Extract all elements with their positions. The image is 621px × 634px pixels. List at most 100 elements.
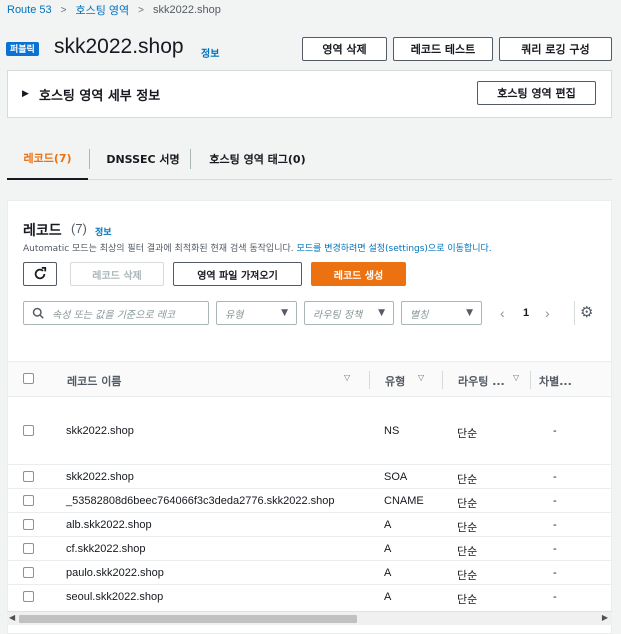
table-row[interactable]: paulo.skk2022.shop A 단순 - [8, 561, 611, 585]
import-zone-file-button[interactable]: 영역 파일 가져오기 [173, 262, 302, 286]
records-container: 레코드 (7) 정보 Automatic 모드는 최상의 필터 결과에 최적화된… [7, 200, 612, 634]
scroll-right-icon[interactable]: ▶ [602, 613, 608, 622]
chevron-right-icon: > [60, 4, 67, 16]
select-all-checkbox[interactable] [23, 373, 34, 384]
sort-icon[interactable]: ▽ [513, 373, 519, 382]
table-row[interactable]: skk2022.shop SOA 단순 - [8, 465, 611, 489]
scrollbar-thumb[interactable] [19, 615, 357, 623]
row-checkbox[interactable] [23, 519, 34, 530]
record-routing: 단순 [457, 594, 478, 606]
page-number[interactable]: 1 [523, 307, 529, 319]
column-divider[interactable] [442, 371, 443, 389]
records-info-link[interactable]: 정보 [95, 225, 112, 238]
gear-icon[interactable]: ⚙ [580, 303, 593, 321]
record-name: paulo.skk2022.shop [66, 567, 164, 579]
chevron-right-icon: > [138, 4, 144, 16]
row-checkbox[interactable] [23, 425, 34, 436]
table-header: 레코드 이름 ▽ 유형 ▽ 라우팅 ... ▽ 차별... [8, 361, 611, 397]
alias-filter-select[interactable]: 별칭 ▼ [401, 301, 482, 325]
record-type: A [384, 591, 392, 603]
refresh-button[interactable] [23, 262, 57, 286]
record-differentiator: - [553, 591, 557, 603]
record-differentiator: - [553, 567, 557, 579]
hosted-zone-details-panel[interactable]: ▶ 호스팅 영역 세부 정보 호스팅 영역 편집 [7, 70, 612, 118]
tab-tags[interactable]: 호스팅 영역 태그(0) [195, 138, 320, 180]
chevron-right-icon[interactable]: › [545, 305, 550, 321]
record-type: NS [384, 425, 400, 437]
search-placeholder: 속성 또는 값을 기준으로 레코 [52, 309, 176, 321]
type-filter-select[interactable]: 유형 ▼ [216, 301, 297, 325]
tab-divider [190, 149, 191, 169]
column-record-name[interactable]: 레코드 이름 [67, 373, 121, 389]
query-logging-button[interactable]: 쿼리 로깅 구성 [499, 37, 612, 61]
create-record-button[interactable]: 레코드 생성 [311, 262, 406, 286]
scroll-left-icon[interactable]: ◀ [9, 613, 15, 622]
page: Route 53 > 호스팅 영역 > skk2022.shop 퍼블릭 skk… [0, 0, 621, 634]
table-row[interactable]: alb.skk2022.shop A 단순 - [8, 513, 611, 537]
records-description-text: Automatic 모드는 최상의 필터 결과에 최적화된 현재 검색 동작입니… [23, 244, 297, 254]
records-description: Automatic 모드는 최상의 필터 결과에 최적화된 현재 검색 동작입니… [23, 241, 492, 254]
type-filter-label: 유형 [225, 309, 244, 321]
info-link[interactable]: 정보 [201, 45, 219, 60]
record-type: A [384, 519, 392, 531]
breadcrumb: Route 53 > 호스팅 영역 > skk2022.shop [7, 2, 221, 18]
breadcrumb-route53[interactable]: Route 53 [7, 4, 52, 16]
chevron-left-icon[interactable]: ‹ [500, 305, 505, 321]
column-type[interactable]: 유형 [385, 373, 405, 389]
record-name: seoul.skk2022.shop [66, 591, 164, 603]
edit-zone-button[interactable]: 호스팅 영역 편집 [477, 81, 596, 105]
record-name: cf.skk2022.shop [66, 543, 146, 555]
record-name: alb.skk2022.shop [66, 519, 152, 531]
delete-record-button[interactable]: 레코드 삭제 [70, 262, 164, 286]
sort-icon[interactable]: ▽ [344, 373, 350, 382]
record-routing: 단순 [457, 546, 478, 558]
table-row[interactable]: _53582808d6beec764066f3c3deda2776.skk202… [8, 489, 611, 513]
record-routing: 단순 [457, 474, 478, 486]
caret-right-icon[interactable]: ▶ [22, 88, 29, 99]
record-routing: 단순 [457, 428, 478, 440]
record-differentiator: - [553, 425, 557, 437]
page-header: 퍼블릭 skk2022.shop 정보 영역 삭제 레코드 테스트 쿼리 로깅 … [6, 33, 621, 65]
record-type: SOA [384, 471, 408, 483]
column-divider[interactable] [530, 371, 531, 389]
caret-down-icon: ▼ [378, 308, 385, 318]
record-name: skk2022.shop [66, 425, 134, 437]
table-row[interactable]: cf.skk2022.shop A 단순 - [8, 537, 611, 561]
row-checkbox[interactable] [23, 543, 34, 554]
breadcrumb-hosted-zones[interactable]: 호스팅 영역 [76, 2, 130, 18]
row-checkbox[interactable] [23, 471, 34, 482]
row-checkbox[interactable] [23, 591, 34, 602]
divider [574, 301, 575, 325]
details-title[interactable]: 호스팅 영역 세부 정보 [39, 85, 160, 104]
record-routing: 단순 [457, 522, 478, 534]
column-divider[interactable] [369, 371, 370, 389]
caret-down-icon: ▼ [466, 308, 473, 318]
row-checkbox[interactable] [23, 567, 34, 578]
routing-filter-label: 라우팅 정책 [313, 309, 363, 321]
record-differentiator: - [553, 543, 557, 555]
public-badge: 퍼블릭 [6, 42, 39, 56]
test-record-button[interactable]: 레코드 테스트 [393, 37, 493, 61]
search-icon [32, 307, 44, 319]
alias-filter-label: 별칭 [410, 309, 429, 321]
delete-zone-button[interactable]: 영역 삭제 [302, 37, 387, 61]
routing-policy-filter-select[interactable]: 라우팅 정책 ▼ [304, 301, 394, 325]
tab-bar: 레코드(7) DNSSEC 서명 호스팅 영역 태그(0) [7, 138, 612, 180]
tab-dnssec[interactable]: DNSSEC 서명 [93, 138, 193, 180]
refresh-icon [34, 267, 47, 280]
records-count: (7) [71, 221, 87, 236]
column-routing[interactable]: 라우팅 ... [458, 373, 505, 389]
sort-icon[interactable]: ▽ [418, 373, 424, 382]
table-row[interactable]: seoul.skk2022.shop A 단순 - [8, 585, 611, 609]
table-row[interactable]: skk2022.shop NS 단순 - [8, 397, 611, 465]
settings-link[interactable]: 모드를 변경하려면 설정(settings)으로 이동합니다. [297, 244, 492, 254]
record-type: A [384, 567, 392, 579]
row-checkbox[interactable] [23, 495, 34, 506]
tab-records[interactable]: 레코드(7) [7, 138, 88, 180]
record-type: CNAME [384, 495, 424, 507]
search-input[interactable]: 속성 또는 값을 기준으로 레코 [23, 301, 209, 325]
records-title: 레코드 [23, 223, 62, 239]
column-differentiator[interactable]: 차별... [539, 373, 572, 389]
horizontal-scrollbar[interactable]: ◀ ▶ [7, 611, 612, 625]
record-name: _53582808d6beec764066f3c3deda2776.skk202… [66, 495, 335, 507]
